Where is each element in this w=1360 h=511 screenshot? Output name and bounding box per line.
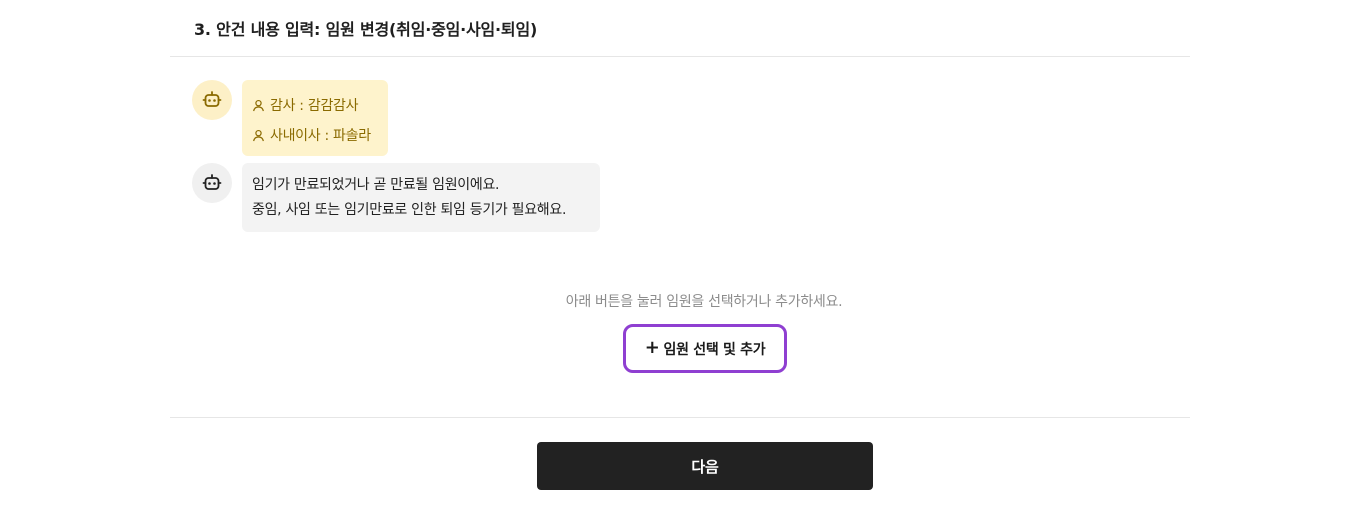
- hint-text: 아래 버튼을 눌러 임원을 선택하거나 추가하세요.: [565, 294, 843, 310]
- bot-message-bubble: 임기가 만료되었거나 곧 만료될 임원이에요. 중임, 사임 또는 임기만료로 …: [242, 163, 600, 232]
- section-title: 3. 안건 내용 입력: 임원 변경(취임·중임·사임·퇴임): [194, 20, 538, 39]
- officer-list-bubble: 감사 : 감감감사 사내이사 : 파솔라: [242, 80, 388, 156]
- add-officer-label: 임원 선택 및 추가: [663, 341, 766, 358]
- robot-icon: [202, 174, 222, 190]
- add-officer-button[interactable]: + 임원 선택 및 추가: [623, 324, 787, 373]
- person-icon: [253, 129, 264, 141]
- bot-avatar: [192, 163, 232, 203]
- person-icon: [253, 99, 264, 111]
- bot-message-line: 임기가 만료되었거나 곧 만료될 임원이에요.: [252, 177, 500, 193]
- officer-item: 사내이사 : 파솔라: [252, 122, 378, 148]
- robot-icon: [202, 91, 222, 107]
- plus-icon: +: [644, 337, 660, 358]
- divider-top: [170, 56, 1190, 57]
- bot-message-line: 중임, 사임 또는 임기만료로 인한 퇴임 등기가 필요해요.: [252, 202, 567, 218]
- officer-item: 감사 : 감감감사: [252, 92, 378, 118]
- officer-label: 감사 : 감감감사: [270, 98, 359, 114]
- bot-avatar: [192, 80, 232, 120]
- next-button[interactable]: 다음: [537, 442, 873, 490]
- divider-bottom: [170, 417, 1190, 418]
- officer-label: 사내이사 : 파솔라: [270, 128, 371, 144]
